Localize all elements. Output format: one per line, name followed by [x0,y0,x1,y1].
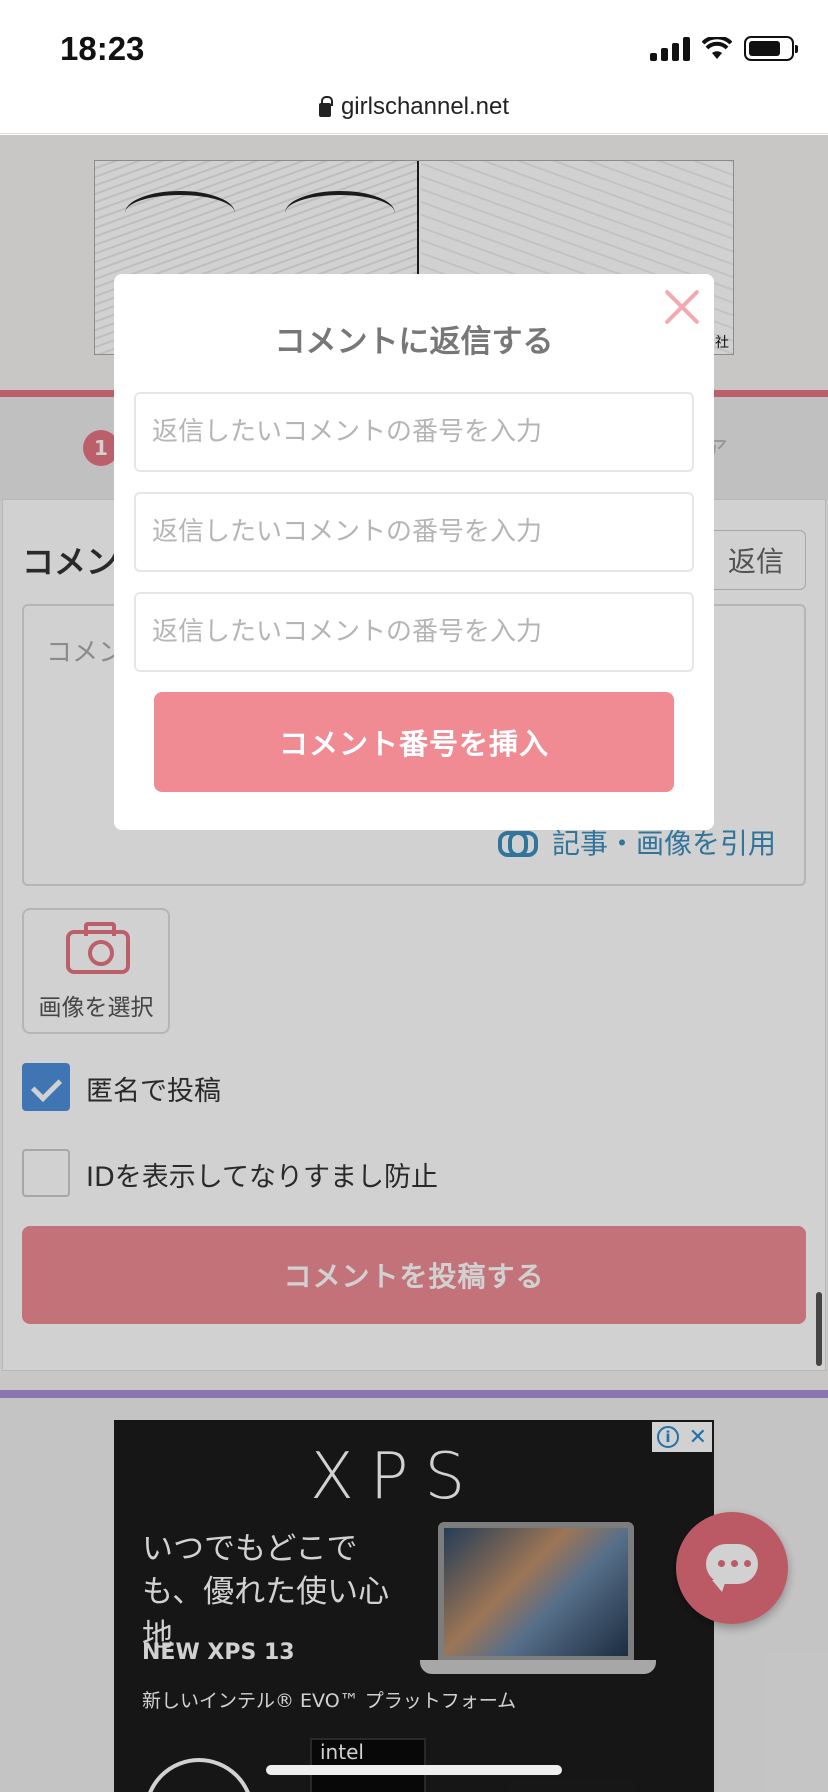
status-icons [650,36,798,61]
signal-icon [650,36,690,61]
insert-comment-number-button[interactable]: コメント番号を挿入 [154,692,674,792]
reply-modal: コメントに返信する コメント番号を挿入 [114,274,714,830]
address-bar[interactable]: girlschannel.net [0,80,828,134]
status-time: 18:23 [60,30,145,67]
wifi-icon [702,36,732,59]
reply-number-input-2[interactable] [134,492,694,572]
url-text: girlschannel.net [340,92,510,120]
modal-title: コメントに返信する [274,324,554,360]
reply-number-input-3[interactable] [134,592,694,672]
lock-icon [318,95,333,117]
battery-icon [744,36,798,61]
home-indicator[interactable] [266,1765,562,1775]
reply-number-input-1[interactable] [134,392,694,472]
